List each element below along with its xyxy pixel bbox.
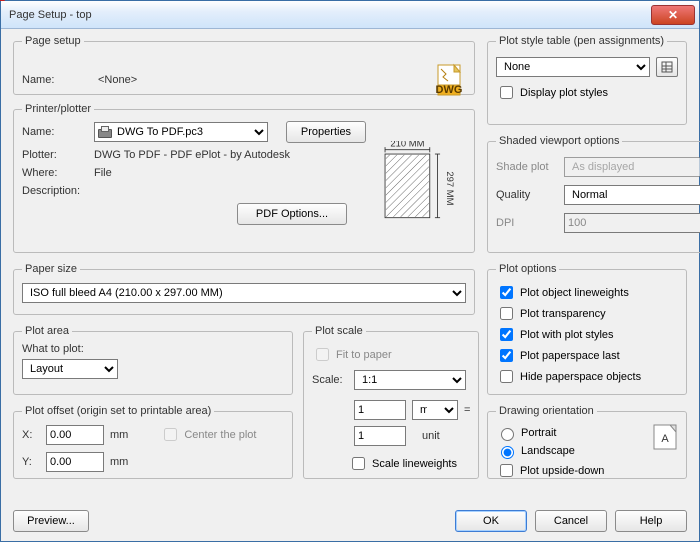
dialog-buttons: Preview... OK Cancel Help — [13, 509, 687, 533]
printer-legend: Printer/plotter — [22, 103, 94, 115]
plot-option-2[interactable]: Plot with plot styles — [496, 325, 678, 344]
scale-select[interactable]: 1:1 — [354, 370, 466, 390]
orientation-icon: A — [652, 423, 678, 451]
dpi-label: DPI — [496, 217, 558, 229]
shaded-legend: Shaded viewport options — [496, 135, 622, 147]
cancel-button[interactable]: Cancel — [535, 510, 607, 532]
orientation-legend: Drawing orientation — [496, 405, 597, 417]
where-label: Where: — [22, 167, 88, 179]
svg-text:297 MM: 297 MM — [444, 171, 455, 205]
equals-label: = — [464, 404, 470, 416]
properties-button[interactable]: Properties — [286, 121, 366, 143]
plot-offset-legend: Plot offset (origin set to printable are… — [22, 405, 214, 417]
plot-scale-legend: Plot scale — [312, 325, 366, 337]
pagesetup-name-label: Name: — [22, 74, 92, 86]
printer-icon — [97, 126, 111, 138]
dwg-icon: DWG — [434, 63, 466, 97]
scale-numerator-input[interactable] — [354, 400, 406, 420]
orientation-group: Drawing orientation Portrait Landscape P… — [487, 405, 687, 479]
ok-button[interactable]: OK — [455, 510, 527, 532]
unit-label: unit — [422, 430, 440, 442]
plot-area-legend: Plot area — [22, 325, 72, 337]
window-title: Page Setup - top — [9, 9, 651, 21]
x-input[interactable] — [46, 425, 104, 445]
page-setup-legend: Page setup — [22, 35, 84, 47]
pagesetup-name-value: <None> — [98, 74, 137, 86]
printer-name-select[interactable]: DWG To PDF.pc3 — [94, 122, 268, 142]
help-button[interactable]: Help — [615, 510, 687, 532]
portrait-radio[interactable]: Portrait — [496, 425, 652, 441]
paper-preview: 210 MM 297 MM — [373, 141, 459, 229]
quality-select[interactable]: Normal — [564, 185, 700, 205]
plot-style-group: Plot style table (pen assignments) None … — [487, 35, 687, 125]
plot-area-group: Plot area What to plot: Layout — [13, 325, 293, 395]
printer-plotter-group: Printer/plotter Name: DWG To PDF.pc3 Pro… — [13, 103, 475, 253]
plot-option-4[interactable]: Hide paperspace objects — [496, 367, 678, 386]
what-to-plot-label: What to plot: — [22, 343, 284, 355]
plotter-value: DWG To PDF - PDF ePlot - by Autodesk — [94, 149, 290, 161]
plot-offset-group: Plot offset (origin set to printable are… — [13, 405, 293, 479]
plot-upside-down-checkbox[interactable]: Plot upside-down — [496, 461, 652, 480]
fit-to-paper-checkbox: Fit to paper — [312, 345, 470, 364]
shaded-viewport-group: Shaded viewport options Shade plot As di… — [487, 135, 700, 253]
paper-size-legend: Paper size — [22, 263, 80, 275]
titlebar: Page Setup - top ✕ — [1, 1, 699, 29]
plot-option-3[interactable]: Plot paperspace last — [496, 346, 678, 365]
plot-option-0[interactable]: Plot object lineweights — [496, 283, 678, 302]
description-label: Description: — [22, 185, 88, 197]
shade-plot-label: Shade plot — [496, 161, 558, 173]
scale-lineweights-checkbox[interactable]: Scale lineweights — [348, 454, 470, 473]
plot-scale-group: Plot scale Fit to paper Scale: 1:1 mm = — [303, 325, 479, 479]
plot-options-group: Plot options Plot object lineweights Plot… — [487, 263, 687, 395]
printer-name-label: Name: — [22, 126, 88, 138]
shade-plot-select: As displayed — [564, 157, 700, 177]
plot-style-legend: Plot style table (pen assignments) — [496, 35, 667, 47]
plot-style-edit-button[interactable] — [656, 57, 678, 77]
pdf-options-button[interactable]: PDF Options... — [237, 203, 347, 225]
y-unit: mm — [110, 456, 128, 468]
what-to-plot-select[interactable]: Layout — [22, 359, 118, 379]
table-icon — [661, 61, 673, 73]
paper-size-group: Paper size ISO full bleed A4 (210.00 x 2… — [13, 263, 475, 315]
page-setup-dialog: Page Setup - top ✕ Page setup Name: <Non… — [0, 0, 700, 542]
svg-text:210 MM: 210 MM — [390, 141, 424, 149]
plot-options-legend: Plot options — [496, 263, 559, 275]
display-plot-styles-checkbox[interactable]: Display plot styles — [496, 83, 678, 102]
landscape-radio[interactable]: Landscape — [496, 443, 652, 459]
scale-label: Scale: — [312, 374, 348, 386]
x-unit: mm — [110, 429, 128, 441]
page-setup-group: Page setup Name: <None> DWG — [13, 35, 475, 95]
svg-text:DWG: DWG — [436, 84, 463, 96]
plot-option-1[interactable]: Plot transparency — [496, 304, 678, 323]
plotter-label: Plotter: — [22, 149, 88, 161]
scale-denominator-input[interactable] — [354, 426, 406, 446]
plot-style-select[interactable]: None — [496, 57, 650, 77]
close-button[interactable]: ✕ — [651, 5, 695, 25]
svg-text:A: A — [661, 433, 669, 445]
paper-size-select[interactable]: ISO full bleed A4 (210.00 x 297.00 MM) — [22, 283, 466, 303]
y-input[interactable] — [46, 452, 104, 472]
scale-unit-select[interactable]: mm — [412, 400, 458, 420]
x-label: X: — [22, 429, 40, 441]
preview-button[interactable]: Preview... — [13, 510, 89, 532]
dpi-input — [564, 213, 700, 233]
quality-label: Quality — [496, 189, 558, 201]
y-label: Y: — [22, 456, 40, 468]
center-plot-checkbox: Center the plot — [160, 425, 256, 444]
where-value: File — [94, 167, 112, 179]
